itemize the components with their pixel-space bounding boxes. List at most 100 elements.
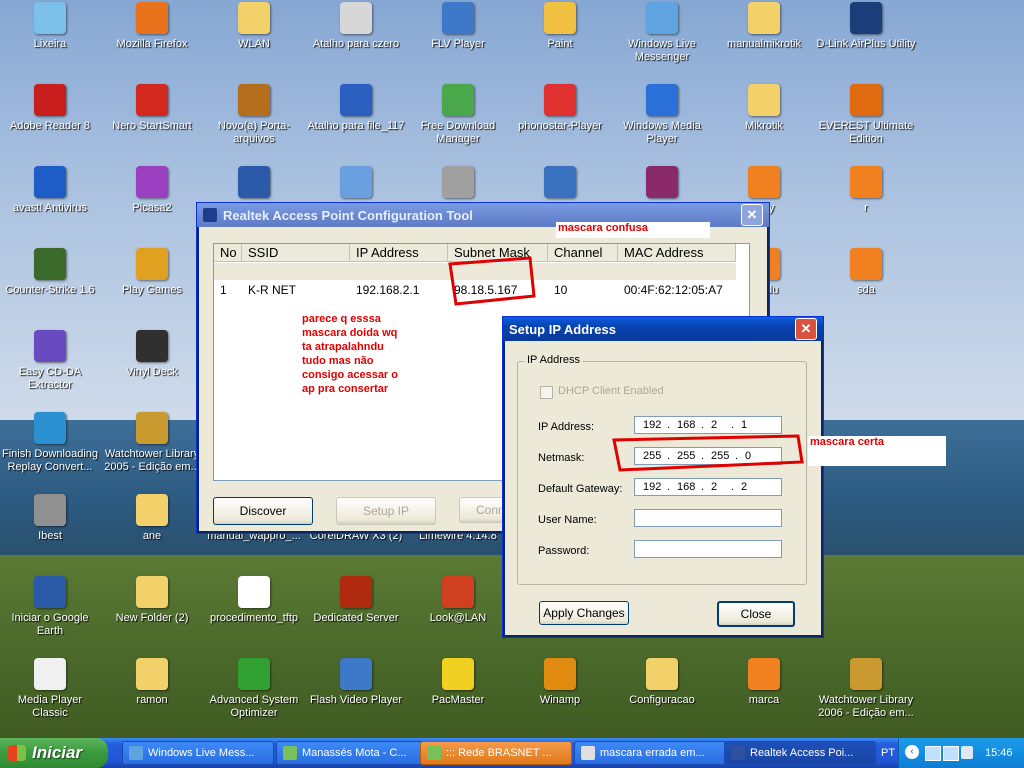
play-games-icon — [136, 248, 168, 280]
desktop-icon-label: Windows Live Messenger — [628, 38, 696, 63]
recycle-bin-icon — [34, 2, 66, 34]
desktop-icon[interactable]: ane — [102, 494, 202, 543]
network-tray-icon-2[interactable] — [943, 746, 959, 761]
password-field[interactable] — [634, 540, 782, 558]
apply-changes-button[interactable]: Apply Changes — [539, 601, 629, 625]
google-earth-icon — [238, 166, 270, 198]
desktop-icon[interactable]: Counter-Strike 1.6 — [0, 248, 100, 297]
desktop-icon[interactable]: Easy CD-DA Extractor — [0, 330, 100, 392]
setup-ip-button[interactable]: Setup IP — [336, 497, 436, 525]
setup-titlebar[interactable]: Setup IP Address ✕ — [503, 317, 823, 341]
desktop-icon[interactable]: Configuracao — [612, 658, 712, 707]
desktop-icon[interactable]: Mozilla Firefox — [102, 2, 202, 51]
desktop-icon[interactable]: EVEREST Ultimate Edition — [816, 84, 916, 146]
desktop-icon[interactable]: Atalho para czero — [306, 2, 406, 51]
desktop-icon[interactable]: Watchtower Library 2006 - Edição em... — [816, 658, 916, 720]
paint-icon — [544, 2, 576, 34]
desktop-icon[interactable]: Windows Media Player — [612, 84, 712, 146]
col-no[interactable]: No — [214, 244, 242, 262]
desktop-icon[interactable]: Watchtower Library 2005 - Edição em... — [102, 412, 202, 474]
desktop-icon[interactable]: sda — [816, 248, 916, 297]
col-mac[interactable]: MAC Address — [618, 244, 736, 262]
desktop-icon[interactable]: Lixeira — [0, 2, 100, 51]
close-button[interactable]: Close — [717, 601, 795, 627]
gateway-octet-1[interactable]: 192 — [643, 481, 667, 493]
desktop-icon[interactable]: Atalho para file_117 — [306, 84, 406, 133]
desktop-icon[interactable]: Mikrotik — [714, 84, 814, 133]
desktop-icon-label: Free Download Manager — [420, 120, 496, 145]
col-channel[interactable]: Channel — [548, 244, 618, 262]
language-indicator[interactable]: PT — [881, 747, 895, 759]
desktop-icon[interactable] — [510, 166, 610, 202]
taskbar-task[interactable]: Realtek Access Poi... — [724, 741, 876, 765]
col-ssid[interactable]: SSID — [242, 244, 350, 262]
comment-line: parece q esssa — [302, 313, 381, 325]
desktop-icon[interactable]: New Folder (2) — [102, 576, 202, 625]
desktop-icon[interactable]: phonostar-Player — [510, 84, 610, 133]
realtek-close-button[interactable]: ✕ — [741, 204, 763, 226]
desktop-icon[interactable]: manualmikrotik — [714, 2, 814, 51]
desktop-icon-label: Lixeira — [33, 38, 67, 50]
clock[interactable]: 15:46 — [985, 747, 1013, 759]
tray-expand-icon[interactable]: ‹ — [905, 745, 919, 759]
desktop-icon[interactable]: procedimento_tftp — [204, 576, 304, 625]
taskbar-task[interactable]: Manassés Mota - C... — [276, 741, 428, 765]
desktop-icon[interactable]: Adobe Reader 8 — [0, 84, 100, 133]
desktop-icon[interactable]: Novo(a) Porta-arquivos — [204, 84, 304, 146]
desktop-icon[interactable]: D-Link AirPlus Utility — [816, 2, 916, 51]
desktop-icon[interactable] — [306, 166, 406, 202]
desktop-icon[interactable]: Winamp — [510, 658, 610, 707]
taskbar-task[interactable]: ::: Rede BRASNET ... — [420, 741, 572, 765]
col-ip[interactable]: IP Address — [350, 244, 448, 262]
desktop-icon[interactable]: Look@LAN — [408, 576, 508, 625]
phonostar-icon — [544, 84, 576, 116]
cell-ip: 192.168.2.1 — [356, 283, 420, 297]
setup-close-button[interactable]: ✕ — [795, 318, 817, 340]
netmask-label: Netmask: — [538, 452, 585, 464]
desktop-icon[interactable]: r — [816, 166, 916, 215]
desktop-icon[interactable]: Vinyl Deck — [102, 330, 202, 379]
desktop-icon[interactable]: avast! Antivirus — [0, 166, 100, 215]
desktop-icon[interactable]: Finish Downloading Replay Convert... — [0, 412, 100, 474]
gateway-octet-4[interactable]: 2 — [741, 481, 761, 493]
dhcp-checkbox[interactable] — [540, 386, 553, 399]
desktop-icon[interactable]: Media Player Classic — [0, 658, 100, 720]
gateway-octet-3[interactable]: 2 — [711, 481, 731, 493]
discover-button[interactable]: Discover — [213, 497, 313, 525]
username-field[interactable] — [634, 509, 782, 527]
image-file-icon — [850, 166, 882, 198]
gateway-octet-2[interactable]: 168 — [677, 481, 701, 493]
desktop-icon[interactable]: Picasa2 — [102, 166, 202, 215]
desktop-icon[interactable]: ramon — [102, 658, 202, 707]
desktop-icon[interactable]: marca — [714, 658, 814, 707]
desktop-icon[interactable]: Iniciar o Google Earth — [0, 576, 100, 638]
desktop-icon[interactable] — [204, 166, 304, 202]
desktop-icon[interactable]: Nero StartSmart — [102, 84, 202, 133]
desktop-icon[interactable]: PacMaster — [408, 658, 508, 707]
desktop-icon[interactable]: Windows Live Messenger — [612, 2, 712, 64]
desktop-icon-label: Flash Video Player — [309, 694, 403, 706]
desktop-icon[interactable] — [408, 166, 508, 202]
desktop-icon[interactable]: FLV Player — [408, 2, 508, 51]
gateway-field[interactable]: 192. 168. 2. 2 — [634, 478, 782, 496]
network-tray-icon[interactable] — [925, 746, 941, 761]
taskbar-task[interactable]: mascara errada em... — [574, 741, 726, 765]
desktop-icon-label: Atalho para file_117 — [307, 120, 405, 132]
desktop-icon[interactable]: Ibest — [0, 494, 100, 543]
desktop-icon-label: marca — [748, 694, 780, 706]
start-button[interactable]: Iniciar — [0, 738, 108, 768]
desktop-icon[interactable]: Paint — [510, 2, 610, 51]
desktop-icon[interactable]: Free Download Manager — [408, 84, 508, 146]
desktop-icon[interactable]: Play Games — [102, 248, 202, 297]
desktop-icon[interactable]: Advanced System Optimizer — [204, 658, 304, 720]
volume-tray-icon[interactable] — [961, 746, 973, 759]
desktop-icon[interactable] — [612, 166, 712, 202]
desktop-icon-label: phonostar-Player — [518, 120, 602, 132]
briefcase-icon — [238, 84, 270, 116]
desktop-icon[interactable]: WLAN — [204, 2, 304, 51]
desktop-icon[interactable]: Flash Video Player — [306, 658, 406, 707]
folder-icon — [136, 576, 168, 608]
desktop-icon[interactable]: Dedicated Server — [306, 576, 406, 625]
taskbar-task[interactable]: Windows Live Mess... — [122, 741, 274, 765]
ibest-icon — [34, 494, 66, 526]
